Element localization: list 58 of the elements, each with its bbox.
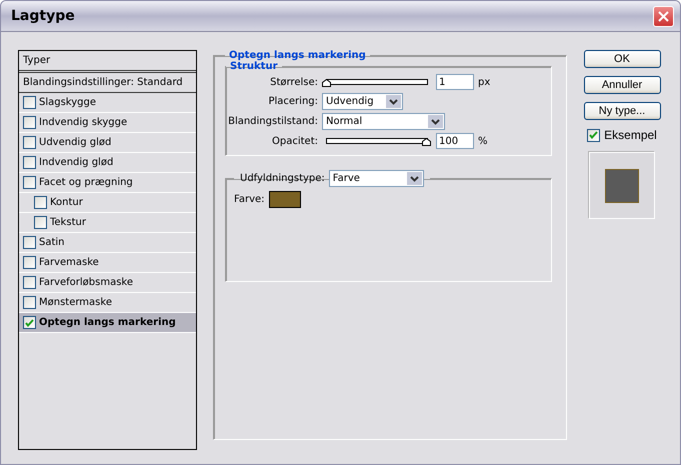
slider-thumb[interactable] xyxy=(422,138,431,146)
checkbox[interactable] xyxy=(23,136,36,149)
window-title: Lagtype xyxy=(11,8,75,24)
effect-list-item[interactable]: Satin xyxy=(19,233,196,253)
square-icon xyxy=(605,168,639,202)
checkbox-label: Eksempel xyxy=(604,128,657,142)
group-title: Struktur xyxy=(229,61,279,72)
checkbox[interactable] xyxy=(23,296,36,309)
effect-list-item[interactable]: Indvendig skygge xyxy=(19,113,196,133)
slider-thumb[interactable] xyxy=(322,79,331,87)
effect-list-item[interactable]: Udvendig glød xyxy=(19,133,196,153)
effect-list-item[interactable]: Facet og prægning xyxy=(19,173,196,193)
checkbox[interactable] xyxy=(34,196,47,209)
checkbox[interactable] xyxy=(23,116,36,129)
effect-list-item[interactable]: Tekstur xyxy=(19,213,196,233)
field-label: Farve: xyxy=(234,194,265,205)
field-label: Blandingstilstand: xyxy=(227,116,318,127)
styles-header[interactable]: Typer xyxy=(19,51,196,73)
close-button[interactable] xyxy=(653,6,674,26)
unit-label: % xyxy=(478,136,488,146)
checkbox[interactable] xyxy=(23,256,36,269)
dialog-button[interactable]: OK xyxy=(584,50,660,68)
effect-list-item[interactable]: Kontur xyxy=(19,193,196,213)
effect-list-item[interactable]: Slagskygge xyxy=(19,93,196,113)
slider-track[interactable] xyxy=(326,138,428,144)
dialog-button[interactable]: Annuller xyxy=(584,76,660,94)
checkbox[interactable] xyxy=(587,128,600,142)
dropdown[interactable]: Farve xyxy=(328,170,424,187)
field-label: Udfyldningstype: xyxy=(240,173,325,184)
effect-list-item[interactable]: Farvemaske xyxy=(19,253,196,273)
close-icon xyxy=(658,10,669,22)
check-icon xyxy=(589,131,598,139)
checkbox[interactable] xyxy=(23,316,36,329)
effect-list-item[interactable]: Optegn langs markering xyxy=(19,313,196,333)
checkbox[interactable] xyxy=(23,96,36,109)
section-title: Optegn langs markering xyxy=(228,50,367,61)
checkbox[interactable] xyxy=(34,216,47,229)
dropdown[interactable]: Normal xyxy=(322,113,445,130)
chevron-down-icon xyxy=(431,118,440,124)
value-field[interactable]: 100 xyxy=(436,133,474,149)
check-icon xyxy=(25,318,34,326)
field-label: Opacitet: xyxy=(271,136,318,146)
unit-label: px xyxy=(478,76,490,88)
field-label: Placering: xyxy=(267,96,318,107)
value-field[interactable]: 1 xyxy=(436,74,474,90)
checkbox[interactable] xyxy=(23,156,36,169)
chevron-down-icon xyxy=(389,98,398,104)
checkbox[interactable] xyxy=(23,236,36,249)
dropdown[interactable]: Udvendig xyxy=(322,93,403,110)
chevron-down-icon xyxy=(410,176,419,182)
effect-list-item[interactable]: Farveforløbsmaske xyxy=(19,273,196,293)
checkbox[interactable] xyxy=(23,176,36,189)
checkbox[interactable] xyxy=(23,276,36,289)
color-swatch[interactable] xyxy=(268,191,301,208)
blend-options-item[interactable]: Blandingsindstillinger: Standard xyxy=(19,73,196,93)
dialog-button[interactable]: Ny type... xyxy=(584,102,660,120)
effect-list-item[interactable]: Indvendig glød xyxy=(19,153,196,173)
field-label: Størrelse: xyxy=(269,76,318,88)
